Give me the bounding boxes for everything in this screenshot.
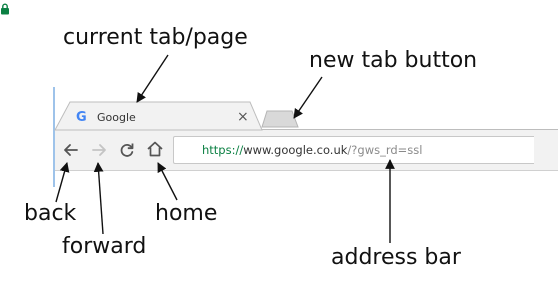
label-home: home <box>155 201 218 226</box>
label-new-tab-button: new tab button <box>309 48 478 73</box>
reload-icon[interactable] <box>118 141 136 159</box>
url-host: www.google.co.uk <box>243 143 348 157</box>
back-arrow-icon[interactable] <box>62 141 80 159</box>
url-path: /?gws_rd=ssl <box>347 143 423 157</box>
label-address-bar: address bar <box>331 245 461 270</box>
label-current-tab: current tab/page <box>63 25 248 50</box>
diagram: G Google × https://www.google.co.uk/?gws… <box>0 0 558 298</box>
tab-title: Google <box>97 111 136 124</box>
new-tab-button[interactable] <box>261 110 299 128</box>
label-back: back <box>24 201 77 226</box>
home-icon[interactable] <box>146 140 164 158</box>
url-scheme: https:// <box>202 143 244 157</box>
forward-arrow-icon[interactable] <box>90 141 108 159</box>
label-forward: forward <box>62 234 147 259</box>
url-text: https://www.google.co.uk/?gws_rd=ssl <box>202 143 423 157</box>
google-favicon: G <box>76 110 87 125</box>
close-icon[interactable]: × <box>237 109 249 125</box>
